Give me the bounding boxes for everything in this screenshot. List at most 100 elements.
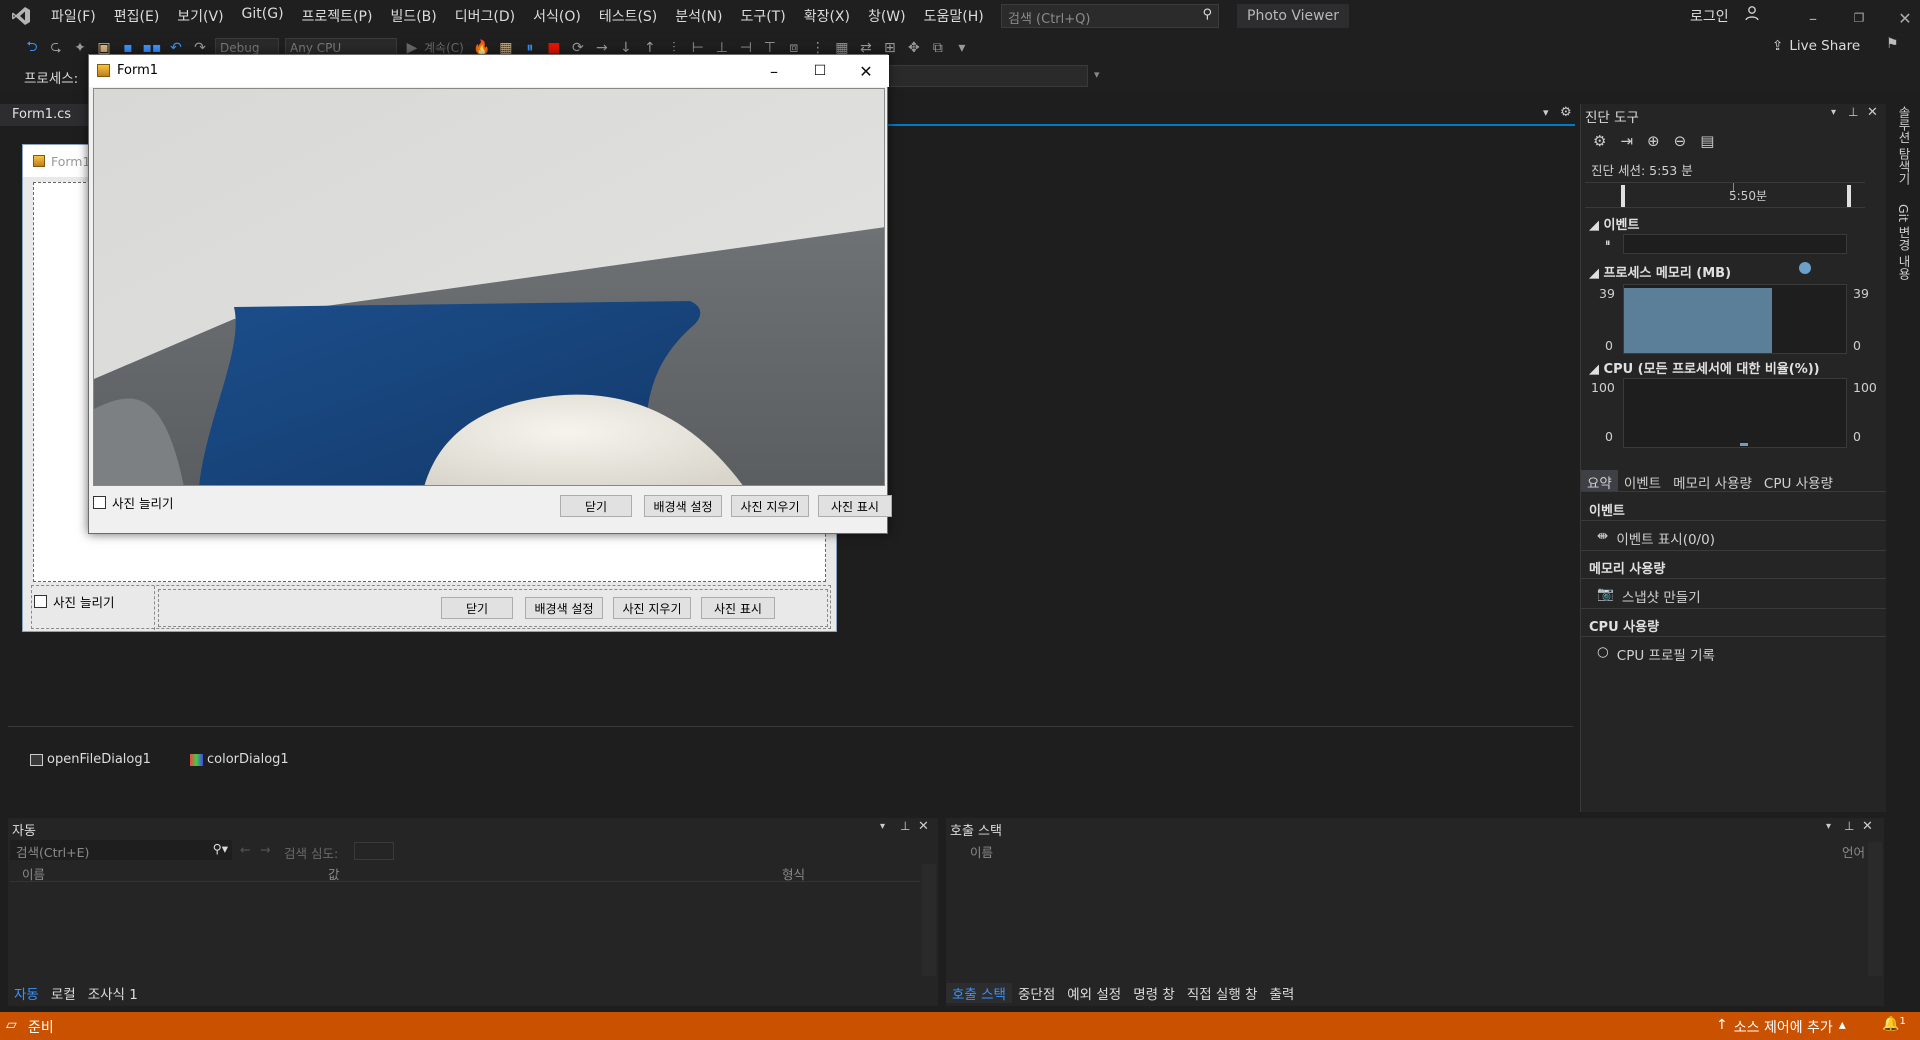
pin-icon[interactable]: ⊥: [1848, 105, 1858, 119]
dropdown-icon[interactable]: ▾: [1831, 107, 1836, 118]
close-icon[interactable]: ✕: [1882, 2, 1920, 34]
tab-output[interactable]: 출력: [1263, 983, 1300, 1003]
tab-exception-settings[interactable]: 예외 설정: [1061, 983, 1127, 1003]
pause-icon[interactable]: ⏸: [1605, 236, 1611, 250]
col-name[interactable]: 이름: [22, 864, 45, 883]
menu-item[interactable]: 도움말(H): [915, 6, 993, 26]
close-button[interactable]: 닫기: [560, 495, 632, 517]
tab-immediate-window[interactable]: 직접 실행 창: [1181, 983, 1264, 1003]
close-icon[interactable]: ✕: [843, 55, 889, 87]
restore-icon[interactable]: ❐: [1836, 2, 1882, 34]
minimize-icon[interactable]: –: [1790, 2, 1836, 34]
col-type[interactable]: 형식: [782, 864, 805, 883]
toolbar-overflow-icon[interactable]: ▾: [1094, 68, 1100, 81]
move-icon[interactable]: ✥: [904, 37, 924, 59]
tab-call-stack[interactable]: 호출 스택: [946, 983, 1012, 1003]
dropdown-icon[interactable]: ▾: [880, 821, 885, 832]
timeline-end-handle[interactable]: [1847, 185, 1851, 207]
layout-icon[interactable]: ⧉: [928, 37, 948, 59]
stretch-checkbox[interactable]: 사진 늘리기: [93, 493, 173, 512]
vs-logo-icon[interactable]: [0, 6, 42, 26]
autos-scrollbar[interactable]: [922, 864, 936, 976]
tray-colordialog[interactable]: colorDialog1: [190, 752, 289, 767]
snapshot-button[interactable]: 📷 스냅샷 만들기: [1597, 586, 1701, 606]
autos-search-input[interactable]: 검색(Ctrl+E) ⚲▾: [10, 840, 232, 860]
source-control-button[interactable]: ↑ 소스 제어에 추가 ▴: [1716, 1017, 1846, 1037]
show-events-link[interactable]: ⇼ 이벤트 표시(0/0): [1597, 528, 1715, 548]
notifications-button[interactable]: 🔔 1: [1882, 1016, 1906, 1032]
designer-show-button[interactable]: 사진 표시: [701, 597, 775, 619]
menu-item[interactable]: 빌드(B): [381, 6, 445, 26]
close-icon[interactable]: ✕: [1867, 105, 1878, 120]
tab-autos[interactable]: 자동: [8, 983, 45, 1003]
designer-clear-button[interactable]: 사진 지우기: [613, 597, 691, 619]
doc-tab-form1[interactable]: Form1.cs: [0, 104, 88, 126]
tab-events[interactable]: 이벤트: [1618, 470, 1667, 492]
overflow-icon[interactable]: ▾: [952, 37, 972, 59]
report-icon[interactable]: ▤: [1700, 132, 1714, 150]
close-icon[interactable]: ✕: [918, 819, 929, 834]
pin-icon[interactable]: ⊥: [900, 819, 910, 833]
running-form1-window[interactable]: Form1 – ☐ ✕ 사진 늘리기 닫기 배경색 설정 사진 지우기 사진 표…: [88, 54, 892, 534]
pin-icon[interactable]: ⊥: [1844, 819, 1854, 833]
minimize-icon[interactable]: –: [751, 55, 797, 87]
menu-item[interactable]: 디버그(D): [446, 6, 524, 26]
account-icon[interactable]: [1744, 5, 1760, 24]
settings-gear-icon[interactable]: ⚙: [1560, 105, 1572, 120]
tab-summary[interactable]: 요약: [1581, 470, 1618, 492]
feedback-icon[interactable]: ⚑: [1886, 36, 1899, 52]
stack-frame-dropdown[interactable]: [886, 65, 1088, 87]
back-icon[interactable]: ←: [240, 842, 250, 857]
export-icon[interactable]: ⇥: [1620, 132, 1633, 150]
bgcolor-button[interactable]: 배경색 설정: [644, 495, 722, 517]
col-value[interactable]: 값: [328, 864, 340, 883]
menu-item[interactable]: 프로젝트(P): [293, 6, 382, 26]
maximize-icon[interactable]: ☐: [797, 55, 843, 87]
tab-breakpoints[interactable]: 중단점: [1012, 983, 1061, 1003]
tab-memory[interactable]: 메모리 사용량: [1667, 470, 1758, 492]
timeline-ruler[interactable]: 5:50분: [1585, 182, 1865, 208]
menu-item[interactable]: Git(G): [233, 6, 293, 26]
new-project-icon[interactable]: ✦: [70, 37, 90, 59]
tab-dropdown-icon[interactable]: ▾: [1543, 106, 1549, 119]
live-share-button[interactable]: ⇪ Live Share: [1772, 38, 1860, 54]
forward-icon[interactable]: ⮎: [46, 37, 66, 59]
search-box[interactable]: 검색 (Ctrl+Q) ⚲: [1001, 4, 1219, 28]
menu-item[interactable]: 확장(X): [795, 6, 859, 26]
events-header[interactable]: ◢ 이벤트: [1589, 214, 1639, 233]
zoom-in-icon[interactable]: ⊕: [1647, 132, 1660, 150]
close-icon[interactable]: ✕: [1862, 819, 1873, 834]
solution-explorer-tab[interactable]: 솔루션 탐색기: [1894, 106, 1913, 185]
menu-item[interactable]: 창(W): [859, 6, 915, 26]
cpu-profile-button[interactable]: ○ CPU 프로필 기록: [1597, 644, 1715, 664]
menu-item[interactable]: 서식(O): [524, 6, 590, 26]
designer-bgcolor-button[interactable]: 배경색 설정: [525, 597, 603, 619]
menu-item[interactable]: 편집(E): [105, 6, 169, 26]
clear-picture-button[interactable]: 사진 지우기: [731, 495, 809, 517]
designer-checkbox[interactable]: 사진 늘리기: [34, 592, 114, 611]
search-depth-dropdown[interactable]: [354, 842, 394, 860]
timeline-start-handle[interactable]: [1621, 185, 1625, 207]
cpu-header[interactable]: ◢ CPU (모든 프로세서에 대한 비율(%)): [1589, 358, 1820, 377]
form1-titlebar[interactable]: Form1 – ☐ ✕: [89, 55, 889, 87]
memory-header[interactable]: ◢ 프로세스 메모리 (MB): [1589, 262, 1731, 281]
picture-box[interactable]: [93, 88, 885, 486]
col-language[interactable]: 언어: [1842, 842, 1865, 861]
tab-watch1[interactable]: 조사식 1: [82, 983, 144, 1003]
tab-cpu[interactable]: CPU 사용량: [1758, 470, 1839, 492]
tray-openfiledialog[interactable]: openFileDialog1: [30, 752, 151, 767]
back-icon[interactable]: ⮌: [22, 37, 42, 59]
menu-item[interactable]: 테스트(S): [590, 6, 666, 26]
menu-item[interactable]: 분석(N): [666, 6, 731, 26]
col-name[interactable]: 이름: [970, 842, 993, 861]
callstack-scrollbar[interactable]: [1868, 842, 1882, 976]
tab-locals[interactable]: 로컬: [45, 983, 82, 1003]
login-link[interactable]: 로그인: [1690, 6, 1729, 26]
zoom-out-icon[interactable]: ⊖: [1674, 132, 1687, 150]
forward-icon[interactable]: →: [260, 842, 270, 857]
dropdown-icon[interactable]: ▾: [1826, 821, 1831, 832]
menu-item[interactable]: 파일(F): [42, 6, 105, 26]
tab-command-window[interactable]: 명령 창: [1127, 983, 1181, 1003]
git-changes-tab[interactable]: Git 변경 내용: [1894, 204, 1913, 280]
menu-item[interactable]: 도구(T): [731, 6, 794, 26]
